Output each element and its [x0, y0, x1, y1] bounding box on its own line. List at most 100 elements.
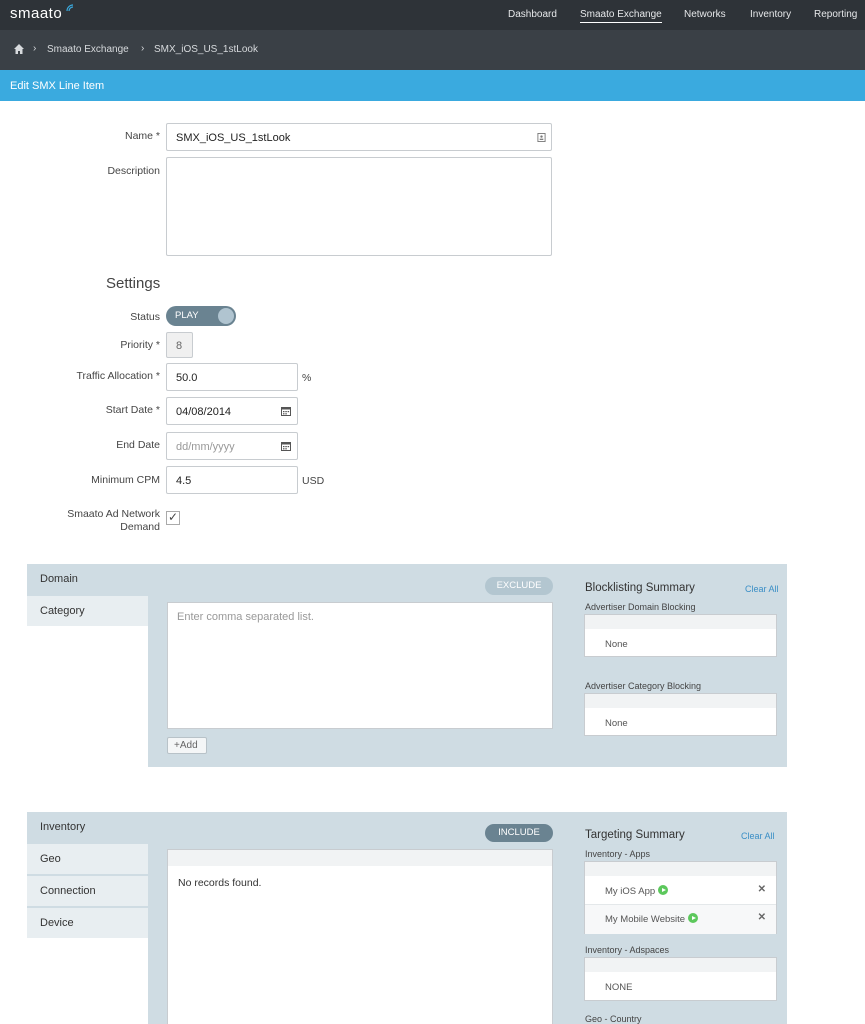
status-toggle-label: PLAY: [175, 310, 199, 321]
targeting-panel: Inventory Geo Connection Device INCLUDE …: [27, 812, 787, 1024]
tab-column-blank: [27, 938, 148, 1024]
end-date-input[interactable]: dd/mm/yyyy: [166, 432, 298, 460]
page-title: Edit SMX Line Item: [10, 80, 105, 92]
tab-connection-label: Connection: [40, 885, 96, 897]
brand-logo[interactable]: smaato: [10, 5, 62, 22]
description-textarea[interactable]: [166, 157, 552, 256]
app-item-label: My Mobile Website: [605, 913, 699, 925]
domain-list-textarea[interactable]: Enter comma separated list.: [167, 602, 553, 729]
inventory-adspaces-box: NONE: [584, 957, 777, 1001]
traffic-allocation-label: Traffic Allocation *: [76, 370, 160, 382]
tab-domain-label: Domain: [40, 573, 78, 585]
minimum-cpm-value: 4.5: [176, 475, 192, 487]
domain-blocking-value: None: [605, 639, 628, 650]
remove-icon[interactable]: ✕: [758, 884, 766, 895]
status-label: Status: [130, 311, 160, 323]
inventory-adspaces-title: Inventory - Adspaces: [585, 945, 670, 955]
targeting-summary-title: Targeting Summary: [585, 829, 685, 841]
inventory-apps-box: My iOS App ✕ My Mobile Website ✕: [584, 861, 777, 934]
contact-card-icon: [537, 133, 546, 142]
box-header: [585, 862, 776, 876]
toggle-knob: [218, 308, 234, 324]
settings-heading: Settings: [106, 275, 161, 292]
list-item: My Mobile Website ✕: [585, 905, 776, 934]
top-navigation: smaato Dashboard Smaato Exchange Network…: [0, 0, 865, 30]
list-item: My iOS App ✕: [585, 876, 776, 905]
chevron-right-icon: ›: [141, 43, 145, 54]
add-button[interactable]: +Add: [167, 737, 207, 754]
inventory-apps-title: Inventory - Apps: [585, 849, 651, 859]
name-input[interactable]: SMX_iOS_US_1stLook: [166, 123, 552, 151]
currency-unit: USD: [302, 475, 325, 487]
traffic-allocation-input[interactable]: 50.0: [166, 363, 298, 391]
priority-field: 8: [166, 332, 193, 358]
adspaces-value: NONE: [605, 982, 633, 993]
smaato-demand-label-line1: Smaato Ad Network: [67, 508, 160, 520]
blocklist-panel: Domain Category EXCLUDE Enter comma sepa…: [27, 564, 787, 767]
signal-icon: [66, 4, 74, 12]
tab-category-label: Category: [40, 605, 85, 617]
nav-inventory[interactable]: Inventory: [750, 9, 791, 20]
include-toggle[interactable]: INCLUDE: [485, 824, 553, 842]
smaato-demand-label-line2: Demand: [120, 521, 160, 533]
percent-unit: %: [302, 372, 312, 384]
breadcrumb: › Smaato Exchange › SMX_iOS_US_1stLook: [0, 30, 865, 70]
smaato-demand-checkbox[interactable]: ✓: [166, 510, 180, 525]
app-item-name: My Mobile Website: [605, 914, 686, 925]
status-toggle[interactable]: PLAY: [166, 306, 236, 326]
targeting-clear-all-link[interactable]: Clear All: [741, 831, 775, 841]
tab-device[interactable]: Device: [27, 908, 148, 938]
category-blocking-value: None: [605, 718, 628, 729]
tab-category[interactable]: Category: [27, 596, 148, 626]
traffic-allocation-value: 50.0: [176, 372, 198, 384]
list-header: [168, 850, 552, 866]
start-date-input[interactable]: 04/08/2014: [166, 397, 298, 425]
app-item-label: My iOS App: [605, 885, 669, 897]
tab-column-blank: [27, 626, 148, 767]
nav-networks[interactable]: Networks: [684, 9, 726, 20]
breadcrumb-smaato-exchange[interactable]: Smaato Exchange: [47, 44, 129, 55]
domain-blocking-box: None: [584, 614, 777, 657]
name-label: Name *: [124, 130, 160, 142]
box-header: [585, 615, 776, 629]
tab-inventory[interactable]: Inventory: [27, 812, 148, 842]
start-date-label: Start Date *: [105, 404, 160, 416]
inventory-records-list: No records found.: [167, 849, 553, 1024]
page-title-bar: Edit SMX Line Item: [0, 70, 865, 101]
play-icon: [688, 913, 699, 923]
description-label: Description: [107, 165, 160, 177]
chevron-right-icon: ›: [33, 43, 37, 54]
tab-connection[interactable]: Connection: [27, 876, 148, 906]
name-value: SMX_iOS_US_1stLook: [176, 132, 291, 144]
priority-value: 8: [176, 340, 183, 352]
nav-reporting[interactable]: Reporting: [814, 9, 857, 20]
tab-geo-label: Geo: [40, 853, 61, 865]
play-icon: [658, 885, 669, 895]
category-blocking-title: Advertiser Category Blocking: [585, 681, 702, 691]
box-header: [585, 958, 776, 972]
minimum-cpm-input[interactable]: 4.5: [166, 466, 298, 494]
domain-blocking-title: Advertiser Domain Blocking: [585, 602, 696, 612]
end-date-placeholder: dd/mm/yyyy: [176, 441, 235, 453]
tab-device-label: Device: [40, 917, 74, 929]
remove-icon[interactable]: ✕: [758, 912, 766, 923]
geo-country-title: Geo - Country: [585, 1014, 642, 1024]
tab-domain[interactable]: Domain: [27, 564, 148, 594]
exclude-label: EXCLUDE: [496, 580, 542, 591]
tab-geo[interactable]: Geo: [27, 844, 148, 874]
blocklisting-summary-title: Blocklisting Summary: [585, 582, 695, 594]
domain-list-placeholder: Enter comma separated list.: [177, 611, 314, 623]
calendar-icon[interactable]: [281, 406, 291, 416]
calendar-icon[interactable]: [281, 441, 291, 451]
minimum-cpm-label: Minimum CPM: [91, 474, 160, 486]
exclude-toggle[interactable]: EXCLUDE: [485, 577, 553, 595]
no-records-message: No records found.: [178, 877, 262, 889]
nav-dashboard[interactable]: Dashboard: [508, 9, 557, 20]
tab-inventory-label: Inventory: [40, 821, 86, 833]
nav-smaato-exchange[interactable]: Smaato Exchange: [580, 9, 662, 23]
breadcrumb-line-item: SMX_iOS_US_1stLook: [154, 44, 258, 55]
include-label: INCLUDE: [498, 827, 540, 838]
checkmark-icon: ✓: [168, 510, 179, 524]
blocklist-clear-all-link[interactable]: Clear All: [745, 584, 779, 594]
home-icon[interactable]: [13, 43, 25, 55]
